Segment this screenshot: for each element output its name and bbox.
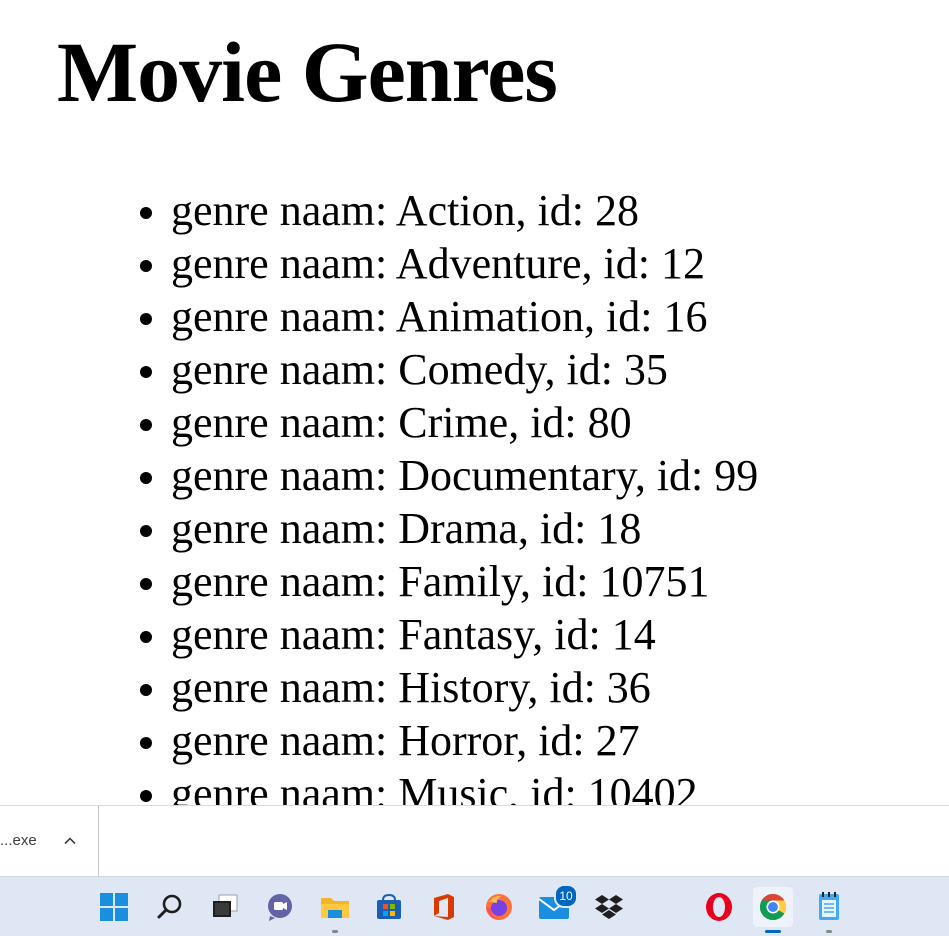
list-item: genre naam: Crime, id: 80: [171, 396, 758, 449]
office-icon[interactable]: [424, 887, 464, 927]
list-item: genre naam: Fantasy, id: 14: [171, 608, 758, 661]
browser-viewport: Movie Genres genre naam: Action, id: 28 …: [0, 0, 949, 805]
list-item: genre naam: Drama, id: 18: [171, 502, 758, 555]
list-item: genre naam: History, id: 36: [171, 661, 758, 714]
list-item: genre naam: Action, id: 28: [171, 184, 758, 237]
list-item: genre naam: Documentary, id: 99: [171, 449, 758, 502]
list-item: genre naam: Family, id: 10751: [171, 555, 758, 608]
mail-badge: 10: [554, 884, 578, 908]
microsoft-store-icon[interactable]: [369, 887, 409, 927]
notepad-icon[interactable]: [809, 887, 849, 933]
page-title: Movie Genres: [57, 24, 558, 120]
taskbar: 10: [0, 876, 949, 936]
list-item: genre naam: Horror, id: 27: [171, 714, 758, 767]
teams-chat-icon[interactable]: [260, 887, 300, 927]
file-explorer-icon[interactable]: [315, 887, 355, 933]
chrome-icon[interactable]: [753, 887, 793, 933]
list-item: genre naam: Music, id: 10402: [171, 767, 758, 805]
firefox-icon[interactable]: [479, 887, 519, 927]
active-indicator: [765, 930, 781, 933]
task-view-icon[interactable]: [205, 887, 245, 927]
genre-list: genre naam: Action, id: 28 genre naam: A…: [171, 184, 758, 805]
dropbox-icon[interactable]: [589, 887, 629, 927]
search-icon[interactable]: [150, 887, 190, 927]
download-bar: ...exe: [0, 805, 949, 876]
list-item: genre naam: Adventure, id: 12: [171, 237, 758, 290]
opera-icon[interactable]: [699, 887, 739, 927]
windows-start-icon[interactable]: [94, 887, 134, 927]
running-indicator: [826, 930, 832, 933]
download-filename[interactable]: ...exe: [0, 832, 37, 849]
download-item[interactable]: ...exe: [0, 806, 99, 876]
mail-icon[interactable]: 10: [534, 884, 578, 927]
running-indicator: [332, 930, 338, 933]
list-item: genre naam: Comedy, id: 35: [171, 343, 758, 396]
list-item: genre naam: Animation, id: 16: [171, 290, 758, 343]
chevron-up-icon[interactable]: [62, 833, 78, 849]
